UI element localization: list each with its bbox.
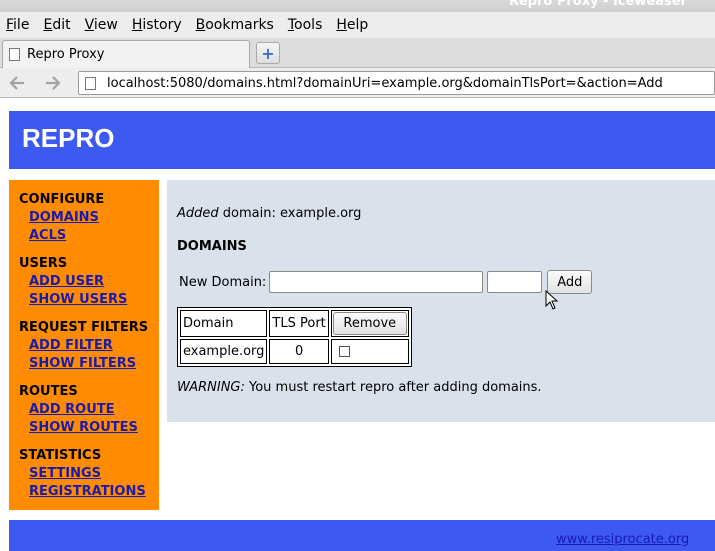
status-notice: Added domain: example.org [177, 206, 361, 221]
menu-history[interactable]: History [132, 17, 182, 33]
new-domain-label: New Domain: [179, 274, 267, 290]
menu-mnemonic: F [6, 17, 14, 33]
sidebar-link-acls[interactable]: ACLS [29, 227, 159, 245]
domains-table: Domain TLS Port Remove example.org 0 [177, 307, 412, 367]
sidebar-group-routes: ROUTES ADD ROUTE SHOW ROUTES [19, 383, 159, 437]
footer-link[interactable]: www.resiprocate.org [556, 532, 689, 547]
menu-bookmarks[interactable]: Bookmarks [196, 17, 274, 33]
main-content: Added domain: example.org DOMAINS New Do… [167, 180, 715, 422]
sidebar-group-users: USERS ADD USER SHOW USERS [19, 255, 159, 309]
sidebar-section-heading: USERS [19, 256, 68, 271]
notice-verb: Added [177, 206, 219, 221]
sidebar-link-show-routes[interactable]: SHOW ROUTES [29, 419, 159, 437]
sidebar-group-configure: CONFIGURE DOMAINS ACLS [19, 191, 159, 245]
navigation-toolbar: localhost:5080/domains.html?domainUri=ex… [0, 68, 715, 98]
back-button[interactable] [6, 73, 28, 93]
forward-button[interactable] [42, 73, 64, 93]
url-bar[interactable]: localhost:5080/domains.html?domainUri=ex… [78, 71, 715, 95]
menu-label-rest: istory [142, 17, 182, 33]
menu-mnemonic: E [43, 17, 53, 33]
sidebar-link-settings[interactable]: SETTINGS [29, 465, 159, 483]
cell-tls-port: 0 [269, 339, 329, 364]
remove-cell: Remove [330, 310, 409, 337]
sidebar-link-add-user[interactable]: ADD USER [29, 273, 159, 291]
sidebar-section-heading: STATISTICS [19, 448, 102, 463]
tab-strip: Repro Proxy + [0, 38, 715, 68]
window-title-bar: Repro Proxy - Iceweasel [0, 0, 715, 12]
sidebar-link-show-filters[interactable]: SHOW FILTERS [29, 355, 159, 373]
forward-arrow-icon [46, 76, 61, 90]
menu-mnemonic: V [84, 17, 94, 33]
warning-message: WARNING: You must restart repro after ad… [177, 380, 542, 395]
menu-file[interactable]: File [6, 17, 29, 33]
sidebar-group-request-filters: REQUEST FILTERS ADD FILTER SHOW FILTERS [19, 319, 159, 373]
cell-domain: example.org [180, 339, 268, 364]
page-icon [9, 48, 20, 61]
sidebar-section-heading: REQUEST FILTERS [19, 320, 149, 335]
menu-label-rest: ools [294, 17, 323, 33]
notice-text: domain: example.org [218, 206, 362, 221]
sidebar-link-registrations[interactable]: REGISTRATIONS [29, 483, 159, 501]
menu-label-rest: iew [93, 17, 118, 33]
sidebar: CONFIGURE DOMAINS ACLS USERS ADD USER SHOW US… [9, 180, 159, 510]
cell-remove-checkbox [330, 339, 409, 364]
remove-button[interactable]: Remove [332, 312, 407, 335]
menu-label-rest: ile [13, 17, 30, 33]
menu-label-rest: elp [346, 17, 369, 33]
sidebar-section-heading: CONFIGURE [19, 192, 105, 207]
tab-label: Repro Proxy [27, 47, 105, 62]
sidebar-link-show-users[interactable]: SHOW USERS [29, 291, 159, 309]
menu-tools[interactable]: Tools [288, 17, 323, 33]
menu-mnemonic: H [336, 17, 347, 33]
menu-mnemonic: H [131, 17, 143, 33]
plus-icon: + [261, 43, 275, 63]
new-tab-button[interactable]: + [256, 42, 280, 64]
remove-checkbox[interactable] [338, 346, 350, 357]
menu-label-rest: ookmarks [205, 17, 274, 33]
sidebar-link-domains[interactable]: DOMAINS [29, 209, 159, 227]
url-text: localhost:5080/domains.html?domainUri=ex… [107, 75, 663, 91]
back-arrow-icon [9, 76, 24, 90]
sidebar-link-add-filter[interactable]: ADD FILTER [29, 337, 159, 355]
sidebar-link-add-route[interactable]: ADD ROUTE [29, 401, 159, 419]
menu-edit[interactable]: Edit [43, 17, 70, 33]
site-icon [85, 76, 96, 90]
column-header-tls-port: TLS Port [269, 310, 329, 337]
warning-label: WARNING: [177, 380, 245, 395]
menu-view[interactable]: View [85, 17, 118, 33]
sidebar-group-statistics: STATISTICS SETTINGS REGISTRATIONS [19, 447, 159, 501]
section-heading: DOMAINS [177, 239, 247, 254]
tls-port-input[interactable] [487, 271, 543, 293]
page-footer: www.resiprocate.org [9, 520, 715, 551]
table-header-row: Domain TLS Port Remove [180, 310, 409, 337]
brand-title: REPRO [22, 123, 115, 153]
tab-repro-proxy[interactable]: Repro Proxy [2, 40, 250, 68]
menu-label-rest: dit [52, 17, 71, 33]
page-header: REPRO [9, 111, 715, 169]
warning-text: You must restart repro after adding doma… [244, 380, 542, 395]
menu-mnemonic: B [195, 17, 206, 33]
domain-input[interactable] [269, 271, 484, 293]
mouse-pointer-icon [545, 290, 559, 310]
table-row: example.org 0 [180, 339, 409, 364]
column-header-domain: Domain [180, 310, 268, 337]
menu-bar: File Edit View History Bookmarks Tools Help [0, 12, 715, 38]
new-domain-form: New Domain: Add [179, 270, 593, 294]
menu-help[interactable]: Help [336, 17, 368, 33]
window-title: Repro Proxy - Iceweasel [508, 0, 685, 9]
sidebar-section-heading: ROUTES [19, 384, 78, 399]
